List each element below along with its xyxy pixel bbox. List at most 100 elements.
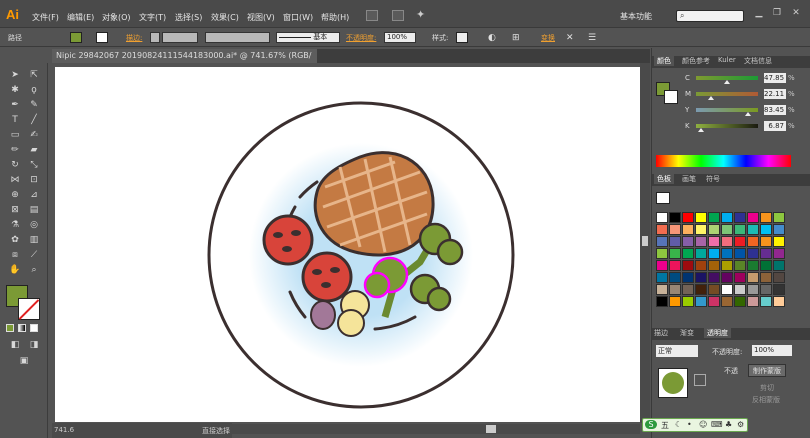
tab-transparency[interactable]: 透明度	[704, 328, 731, 338]
gradient-tool-icon[interactable]: ▤	[28, 205, 40, 215]
swatch[interactable]	[682, 248, 694, 259]
menu-type[interactable]: 文字(T)	[139, 12, 166, 23]
swatch[interactable]	[734, 248, 746, 259]
align-icon[interactable]: ⊞	[512, 33, 520, 43]
swatch[interactable]	[708, 236, 720, 247]
ime-mode-label[interactable]: 五	[661, 420, 669, 431]
swatch[interactable]	[721, 248, 733, 259]
artboard[interactable]	[55, 67, 640, 422]
swatch[interactable]	[721, 236, 733, 247]
curvature-tool-icon[interactable]: ✎	[28, 100, 40, 110]
swatch[interactable]	[656, 296, 668, 307]
swatch[interactable]	[656, 248, 668, 259]
tab-color-guide[interactable]: 颜色参考	[682, 56, 710, 66]
swatch[interactable]	[708, 212, 720, 223]
swatch[interactable]	[695, 296, 707, 307]
swatch[interactable]	[747, 272, 759, 283]
swatch-grid[interactable]	[656, 212, 785, 322]
hand-tool-icon[interactable]: ✋	[9, 265, 21, 275]
search-input[interactable]: ⌕	[676, 10, 744, 22]
draw-behind-icon[interactable]: ◨	[28, 340, 40, 350]
swatch[interactable]	[682, 284, 694, 295]
channel-c-value[interactable]: 47.85	[764, 73, 786, 83]
tab-symbols[interactable]: 符号	[706, 174, 720, 184]
channel-m-value[interactable]: 22.11	[764, 89, 786, 99]
screen-mode-icon[interactable]: ▣	[18, 356, 30, 366]
channel-k-slider[interactable]	[696, 124, 758, 128]
swatch[interactable]	[695, 272, 707, 283]
shape-builder-tool-icon[interactable]: ⊕	[9, 190, 21, 200]
slider-thumb[interactable]	[707, 96, 714, 100]
gpu-icon[interactable]: ✦	[416, 8, 425, 21]
swatch[interactable]	[695, 236, 707, 247]
recolor-icon[interactable]: ◐	[488, 33, 496, 43]
swatch[interactable]	[773, 260, 785, 271]
scale-tool-icon[interactable]: ⤡	[28, 160, 40, 170]
swatch[interactable]	[682, 236, 694, 247]
stroke-swatch[interactable]	[96, 32, 108, 43]
slider-thumb[interactable]	[698, 128, 705, 132]
style-swatch[interactable]	[456, 32, 468, 43]
swatch[interactable]	[773, 284, 785, 295]
tab-gradient[interactable]: 渐变	[680, 328, 694, 338]
tab-document-info[interactable]: 文档信息	[744, 56, 772, 66]
tab-swatches[interactable]: 色板	[654, 174, 674, 184]
color-spectrum[interactable]	[656, 155, 791, 167]
blend-mode-dropdown[interactable]: 正常	[656, 345, 698, 357]
invert-mask-checkbox-label[interactable]: 反相蒙版	[752, 395, 780, 405]
symbol-sprayer-tool-icon[interactable]: ✿	[9, 235, 21, 245]
swatch[interactable]	[747, 248, 759, 259]
lasso-tool-icon[interactable]: ϙ	[28, 85, 40, 95]
swatch[interactable]	[682, 260, 694, 271]
swatch[interactable]	[773, 248, 785, 259]
swatch[interactable]	[669, 284, 681, 295]
swatch[interactable]	[669, 248, 681, 259]
line-tool-icon[interactable]: ╱	[28, 115, 40, 125]
swatch[interactable]	[695, 212, 707, 223]
swatch[interactable]	[773, 272, 785, 283]
menu-select[interactable]: 选择(S)	[175, 12, 202, 23]
swatch[interactable]	[734, 260, 746, 271]
clip-checkbox-label[interactable]: 剪切	[760, 383, 774, 393]
swatch[interactable]	[669, 296, 681, 307]
swatch[interactable]	[708, 224, 720, 235]
swatch[interactable]	[760, 236, 772, 247]
rotate-tool-icon[interactable]: ↻	[9, 160, 21, 170]
color-stroke-preview[interactable]	[664, 90, 678, 104]
swatch[interactable]	[721, 284, 733, 295]
swatch[interactable]	[721, 212, 733, 223]
channel-m-slider[interactable]	[696, 92, 758, 96]
swatch[interactable]	[773, 212, 785, 223]
swatch[interactable]	[669, 224, 681, 235]
menu-window[interactable]: 窗口(W)	[283, 12, 313, 23]
swatch[interactable]	[695, 260, 707, 271]
stroke-color-swatch[interactable]	[18, 298, 40, 320]
swatch[interactable]	[747, 212, 759, 223]
swatch[interactable]	[708, 272, 720, 283]
swatch[interactable]	[656, 272, 668, 283]
swatch[interactable]	[695, 224, 707, 235]
swatch[interactable]	[656, 260, 668, 271]
swatch[interactable]	[695, 284, 707, 295]
swatch[interactable]	[747, 296, 759, 307]
swatch[interactable]	[760, 248, 772, 259]
skin-icon[interactable]: ♣	[725, 420, 732, 429]
isolate-icon[interactable]: ✕	[566, 33, 574, 43]
swatch[interactable]	[721, 272, 733, 283]
free-transform-tool-icon[interactable]: ⊡	[28, 175, 40, 185]
swatch[interactable]	[721, 224, 733, 235]
tab-stroke[interactable]: 描边	[654, 328, 668, 338]
swatch[interactable]	[708, 260, 720, 271]
menu-file[interactable]: 文件(F)	[32, 12, 59, 23]
swatch[interactable]	[760, 212, 772, 223]
swatch[interactable]	[669, 212, 681, 223]
keyboard-icon[interactable]: ⌨	[711, 420, 723, 429]
stroke-weight-field[interactable]	[162, 32, 198, 43]
stroke-weight-stepper[interactable]	[150, 32, 160, 43]
swatch[interactable]	[760, 296, 772, 307]
stroke-label[interactable]: 描边:	[126, 33, 142, 43]
fill-swatch[interactable]	[70, 32, 82, 43]
artboard-tool-icon[interactable]: ⧈	[9, 250, 21, 260]
menu-view[interactable]: 视图(V)	[247, 12, 275, 23]
swatch[interactable]	[656, 212, 668, 223]
